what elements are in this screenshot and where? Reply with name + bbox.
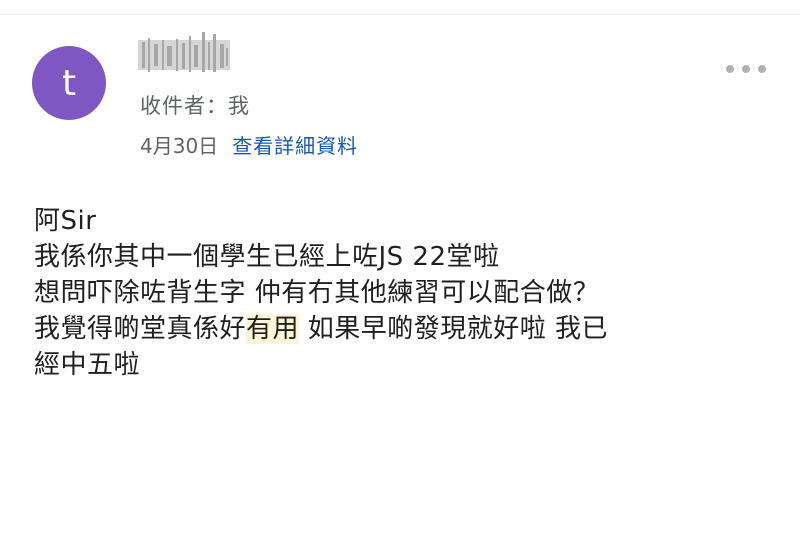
body-text: 如果早啲發現就好啦 我已: [299, 314, 609, 344]
meta-row: 4月30日 查看詳細資料: [140, 130, 358, 159]
body-line: 我覺得啲堂真係好有用 如果早啲發現就好啦 我已: [34, 311, 774, 347]
more-horizontal-icon: [726, 65, 734, 73]
body-line: 阿Sir: [34, 206, 97, 236]
email-view: t 收件者：我 4月30日 查看詳細資料 阿Sir 我係你其中一個學生已經上咗J…: [0, 0, 800, 535]
body-line: 經中五啦: [34, 350, 141, 380]
body-line: 我係你其中一個學生已經上咗JS 22堂啦: [34, 242, 500, 272]
body-text: 我覺得啲堂真係好: [34, 314, 247, 344]
more-horizontal-icon: [742, 65, 750, 73]
view-details-link[interactable]: 查看詳細資料: [232, 130, 358, 159]
highlighted-text: 有用: [246, 314, 300, 344]
divider: [0, 14, 800, 15]
message-body: 阿Sir 我係你其中一個學生已經上咗JS 22堂啦 想問吓除咗背生字 仲有冇其他…: [34, 203, 774, 383]
more-horizontal-icon: [758, 65, 766, 73]
avatar-letter: t: [61, 62, 77, 104]
redacted-sender-name: [138, 32, 230, 72]
body-line: 想問吓除咗背生字 仲有冇其他練習可以配合做？: [34, 278, 600, 308]
avatar[interactable]: t: [32, 46, 106, 120]
recipient-label: 收件者：我: [140, 94, 250, 118]
more-options-button[interactable]: [726, 58, 766, 80]
email-date: 4月30日: [140, 134, 219, 158]
